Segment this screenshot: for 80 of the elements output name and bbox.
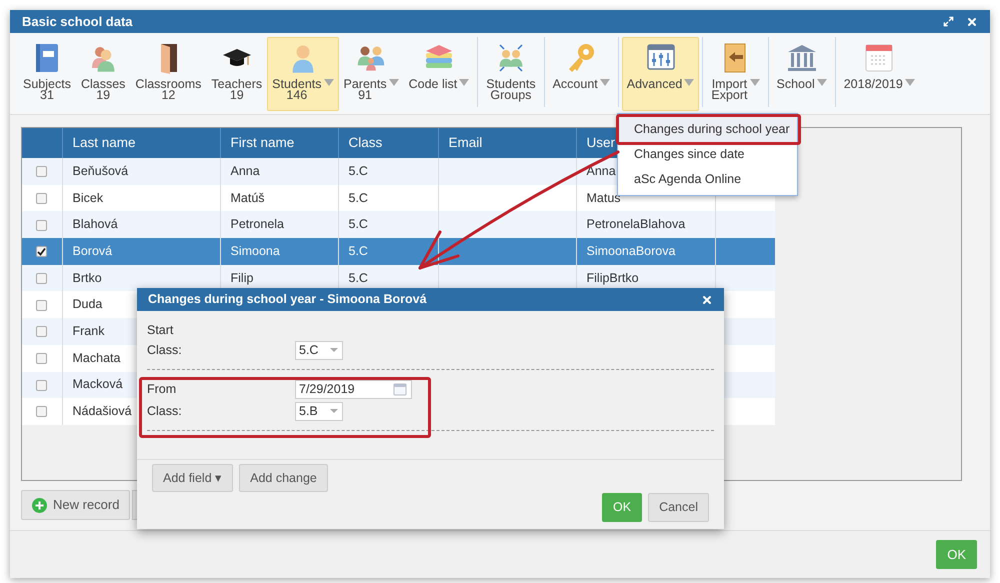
cancel-button[interactable]: Cancel [648, 493, 709, 522]
dialog-title: Changes during school year - Simoona Borová [148, 291, 428, 308]
table-cell: Simoona [230, 244, 280, 258]
table-cell: Beňušová [72, 164, 128, 178]
field-label: Class: [147, 342, 183, 359]
section-label: Start [147, 322, 174, 337]
table-cell: Petronela [230, 217, 284, 232]
class-select[interactable]: 5.C [295, 340, 343, 360]
table-cell: 5.C [348, 244, 368, 258]
row-checkbox[interactable] [36, 300, 48, 311]
table-cell: Brtko [72, 270, 102, 285]
table-row[interactable]: Borová Simoona 5.C SimoonaBorova [22, 238, 775, 265]
table-cell: Frank [72, 324, 104, 338]
toolbar-button[interactable]: Advanced [622, 37, 700, 111]
table-cell: Bicek [72, 190, 104, 205]
close-icon[interactable] [966, 16, 978, 28]
toolbar-button[interactable]: Parents 91 [338, 37, 404, 111]
window-title: Basic school data [22, 12, 134, 31]
table-cell: FilipBrtko [586, 270, 639, 285]
new-record-button[interactable]: New record [21, 490, 130, 520]
row-checkbox[interactable] [36, 406, 48, 418]
toolbar-button[interactable]: 2018/2019 [838, 37, 920, 111]
table-cell: Blahová [72, 217, 118, 232]
toolbar-button[interactable]: Teachers 19 [206, 37, 268, 111]
add-change-button[interactable]: Add change [239, 464, 328, 492]
caret-icon [459, 79, 470, 86]
table-cell: Filip [230, 270, 254, 285]
table-cell: Anna [230, 164, 260, 178]
date-field[interactable]: 7/29/2019 [295, 380, 412, 398]
toolbar-button[interactable]: Students Groups [481, 37, 541, 111]
toolbar-button[interactable]: Classrooms 12 [130, 37, 206, 111]
field-label: From [147, 380, 178, 398]
row-checkbox[interactable] [36, 192, 48, 204]
table-cell: Matus [586, 190, 621, 205]
row-checkbox[interactable] [36, 380, 48, 391]
caret-icon [750, 79, 760, 86]
caret-icon [600, 79, 610, 86]
calendar-icon[interactable] [393, 382, 407, 396]
row-checkbox[interactable] [36, 166, 48, 178]
table-cell: Duda [72, 297, 102, 312]
toolbar-button[interactable]: Import Export [706, 37, 764, 111]
close-icon[interactable] [701, 294, 713, 306]
table-cell [715, 264, 775, 292]
table-cell [715, 238, 775, 265]
table-cell: 5.C [348, 217, 368, 232]
table-cell: Borová [72, 244, 112, 258]
add-field-button[interactable]: Add field ▾ [152, 464, 234, 492]
row-checkbox[interactable] [36, 352, 48, 364]
caret-icon [816, 79, 827, 86]
row-checkbox[interactable] [36, 326, 48, 338]
table-row[interactable]: Blahová Petronela 5.C PetronelaBlahova [22, 211, 775, 238]
table-cell: 5.C [348, 164, 368, 178]
table-cell: 5.C [348, 190, 368, 205]
caret-icon [388, 79, 399, 86]
caret-icon [904, 79, 915, 86]
toolbar-button[interactable]: Students 146 [267, 37, 338, 111]
toolbar-button[interactable]: Subjects 31 [18, 37, 76, 111]
class-select[interactable]: 5.B [295, 402, 343, 420]
caret-icon [324, 79, 334, 86]
table-cell [715, 211, 775, 238]
field-label: Class: [147, 402, 183, 420]
table-cell: Matúš [230, 190, 265, 205]
caret-icon [684, 79, 694, 86]
toolbar-button[interactable]: School [772, 37, 832, 111]
table-cell: PetronelaBlahova [586, 217, 686, 232]
maximize-icon[interactable] [943, 16, 954, 27]
table-cell: Machata [72, 350, 120, 365]
toolbar-button[interactable]: Classes 19 [76, 37, 130, 111]
table-cell: 5.C [348, 270, 368, 285]
toolbar-button[interactable]: Account [548, 37, 615, 111]
toolbar-button[interactable]: Code list [404, 37, 474, 111]
row-checkbox[interactable] [36, 272, 48, 284]
table-cell: Anna [586, 164, 616, 178]
menu-item[interactable]: Changes during school year [618, 117, 797, 142]
add-icon [32, 498, 47, 512]
row-checkbox[interactable] [36, 246, 48, 258]
table-cell: Nádašiová [72, 404, 132, 418]
table-cell: Macková [72, 377, 123, 392]
row-checkbox[interactable] [36, 220, 48, 231]
table-cell: SimoonaBorova [586, 244, 676, 258]
